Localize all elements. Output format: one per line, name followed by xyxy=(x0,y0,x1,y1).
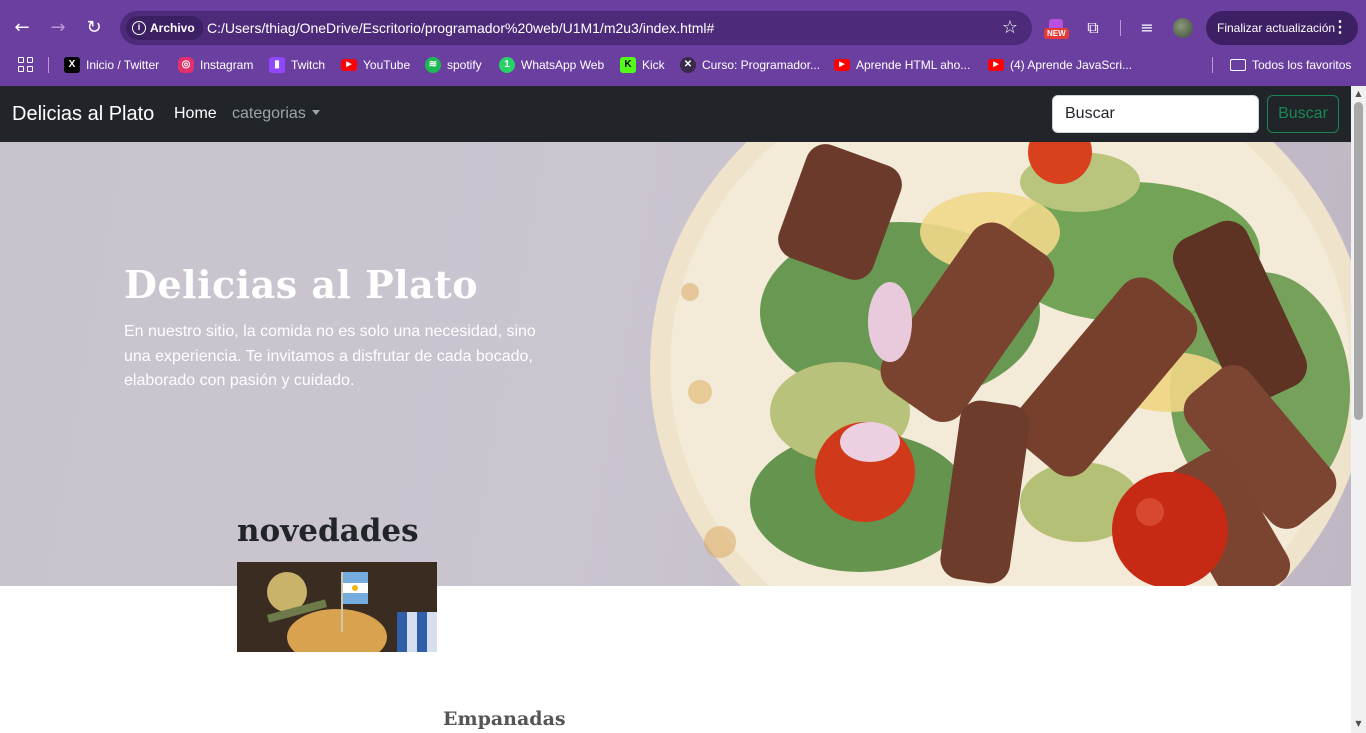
empanadas-image[interactable] xyxy=(237,562,437,652)
reload-icon[interactable]: ↻ xyxy=(81,15,107,41)
bookmarks-divider xyxy=(1212,57,1213,73)
bookmark-kick[interactable]: K Kick xyxy=(620,52,665,78)
page-viewport: Delicias al Plato Home categorias Buscar xyxy=(0,86,1351,733)
youtube-icon: ▶ xyxy=(341,59,357,71)
tomato-highlight xyxy=(1136,498,1164,526)
flag-pole xyxy=(341,572,343,632)
hero-text: En nuestro sitio, la comida no es solo u… xyxy=(124,323,536,389)
tomato xyxy=(1112,472,1228,586)
bookmark-label: Kick xyxy=(642,58,665,72)
navbar-brand[interactable]: Delicias al Plato xyxy=(12,86,154,142)
twitch-icon: ▮ xyxy=(269,57,285,73)
address-bar[interactable]: i Archivo C:/Users/thiag/OneDrive/Escrit… xyxy=(120,11,1032,45)
bookmark-whatsapp[interactable]: 1 WhatsApp Web xyxy=(499,52,604,78)
apps-icon[interactable] xyxy=(18,57,34,73)
x-icon: X xyxy=(64,57,80,73)
search-button[interactable]: Buscar xyxy=(1267,95,1339,133)
section-title: novedades xyxy=(237,513,419,549)
scroll-down-icon[interactable]: ▼ xyxy=(1354,719,1363,728)
tortilla-spot xyxy=(681,283,699,301)
bookmark-label: (4) Aprende JavaScri... xyxy=(1010,58,1133,72)
scroll-thumb[interactable] xyxy=(1354,102,1363,420)
hero-banner: Delicias al Plato En nuestro sitio, la c… xyxy=(0,142,1351,586)
bookmark-twitter[interactable]: X Inicio / Twitter xyxy=(64,52,159,78)
back-arrow-icon[interactable]: ← xyxy=(9,15,35,41)
forward-arrow-icon[interactable]: → xyxy=(45,15,71,41)
youtube-icon: ▶ xyxy=(834,59,850,71)
bookmark-label: Twitch xyxy=(291,58,326,72)
bookmarks-bar: X Inicio / Twitter ◎ Instagram ▮ Twitch … xyxy=(0,52,1366,78)
flag-sun xyxy=(352,585,358,591)
bookmark-label: WhatsApp Web xyxy=(521,58,605,72)
site-navbar: Delicias al Plato Home categorias Buscar xyxy=(0,86,1351,142)
more-icon[interactable]: ⋮ xyxy=(1332,11,1348,45)
bookmark-js-course[interactable]: ▶ (4) Aprende JavaScri... xyxy=(988,52,1132,78)
card-title[interactable]: Empanadas xyxy=(443,708,566,730)
onion xyxy=(868,282,912,362)
whatsapp-icon: 1 xyxy=(499,57,515,73)
media-icon[interactable]: ≡ xyxy=(1135,16,1159,40)
profile-avatar[interactable] xyxy=(1173,18,1193,38)
bookmark-course[interactable]: ✕ Curso: Programador... xyxy=(680,52,820,78)
spotify-icon: ≋ xyxy=(425,57,441,73)
onion xyxy=(840,422,900,462)
search-input[interactable] xyxy=(1052,95,1259,133)
kick-icon: K xyxy=(620,57,636,73)
all-bookmarks[interactable]: Todos los favoritos xyxy=(1230,52,1351,78)
empanadas-photo xyxy=(237,562,437,652)
nav-dropdown-label: categorias xyxy=(232,105,306,122)
nav-dropdown-categories[interactable]: categorias xyxy=(232,86,320,142)
bookmarks-divider xyxy=(48,57,49,73)
extensions-icon[interactable]: ⧉ xyxy=(1081,16,1105,40)
url-text[interactable]: C:/Users/thiag/OneDrive/Escritorio/progr… xyxy=(207,11,714,45)
bookmark-spotify[interactable]: ≋ spotify xyxy=(425,52,482,78)
bookmark-label: Curso: Programador... xyxy=(702,58,821,72)
bookmark-html-course[interactable]: ▶ Aprende HTML aho... xyxy=(834,52,970,78)
browser-toolbar: ← → ↻ i Archivo C:/Users/thiag/OneDrive/… xyxy=(0,8,1366,48)
bookmark-instagram[interactable]: ◎ Instagram xyxy=(178,52,253,78)
site-chip-label: Archivo xyxy=(150,21,195,35)
tortilla-spot xyxy=(688,380,712,404)
youtube-icon: ▶ xyxy=(988,59,1004,71)
bookmark-label: YouTube xyxy=(363,58,411,72)
browser-frame: ← → ↻ i Archivo C:/Users/thiag/OneDrive/… xyxy=(0,0,1366,86)
caret-down-icon xyxy=(311,110,320,115)
info-icon: i xyxy=(132,21,146,35)
toolbar-divider xyxy=(1120,20,1121,36)
all-bookmarks-label: Todos los favoritos xyxy=(1252,58,1352,72)
scroll-up-icon[interactable]: ▲ xyxy=(1354,89,1363,98)
update-button[interactable]: Finalizar actualización ⋮ xyxy=(1206,11,1358,45)
bookmark-label: Inicio / Twitter xyxy=(86,58,160,72)
star-icon[interactable]: ☆ xyxy=(1002,16,1018,40)
tortilla-spot xyxy=(704,526,736,558)
nav-link-home[interactable]: Home xyxy=(174,86,217,142)
course-icon: ✕ xyxy=(680,57,696,73)
bookmark-label: spotify xyxy=(447,58,482,72)
hero-title: Delicias al Plato xyxy=(124,262,479,307)
folder-icon xyxy=(1230,59,1246,71)
instagram-icon: ◎ xyxy=(178,57,194,73)
bookmark-label: Aprende HTML aho... xyxy=(856,58,971,72)
bookmark-youtube[interactable]: ▶ YouTube xyxy=(341,52,410,78)
bookmark-twitch[interactable]: ▮ Twitch xyxy=(269,52,325,78)
site-info-chip[interactable]: i Archivo xyxy=(126,16,203,40)
page-scrollbar[interactable]: ▲ ▼ xyxy=(1351,86,1366,733)
bookmark-label: Instagram xyxy=(200,58,254,72)
new-badge: NEW xyxy=(1044,28,1069,39)
update-button-label: Finalizar actualización xyxy=(1217,21,1336,35)
